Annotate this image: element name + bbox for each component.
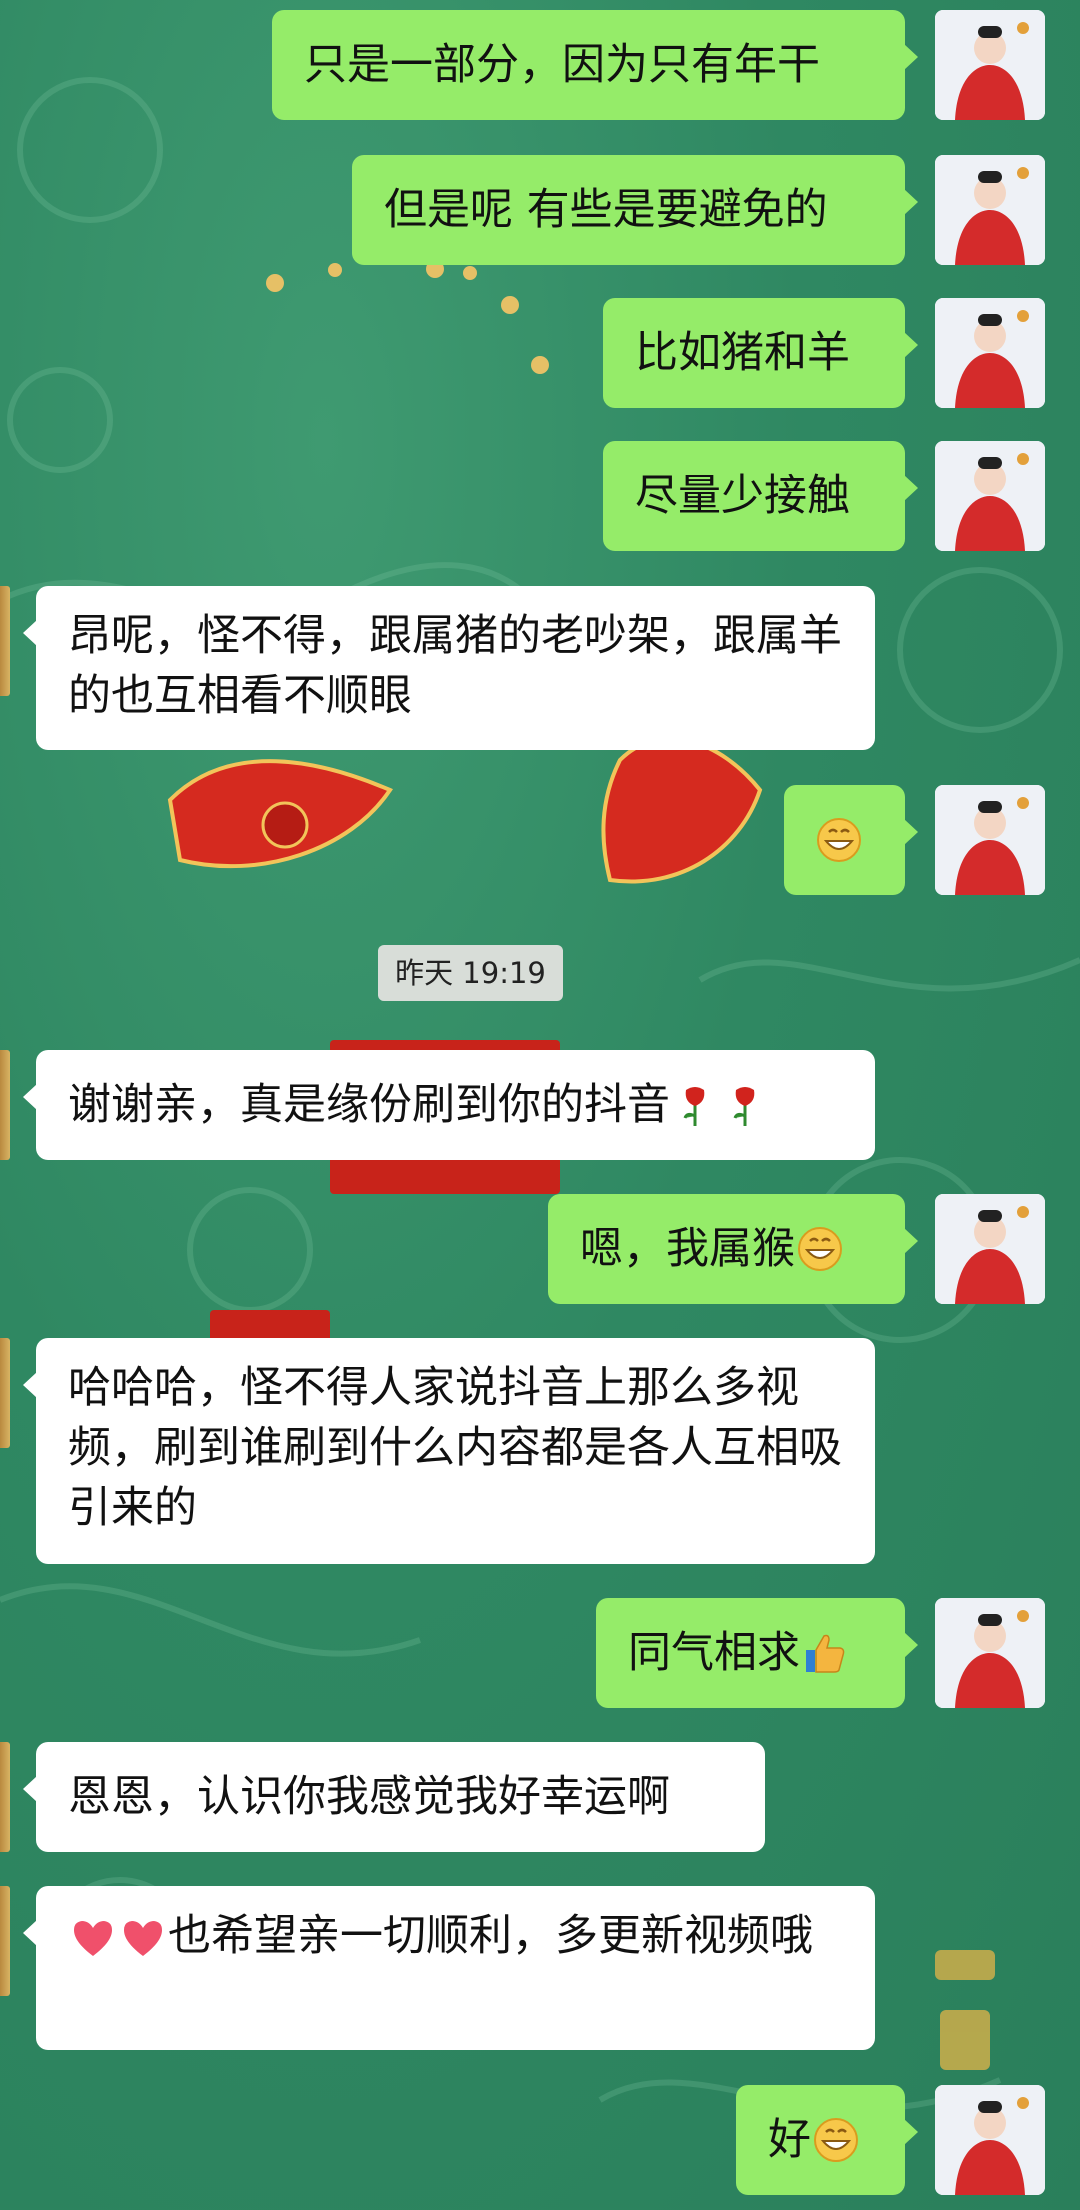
- avatar-self[interactable]: [935, 1598, 1045, 1708]
- message-text: 也希望亲一切顺利，多更新视频哦: [168, 1911, 813, 1961]
- grin-emoji-icon: [814, 2118, 858, 2162]
- message-timestamp: 昨天 19:19: [378, 945, 563, 1001]
- message-text: 谢谢亲，真是缘份刷到你的抖音: [68, 1080, 670, 1130]
- message-bubble-incoming[interactable]: 谢谢亲，真是缘份刷到你的抖音: [23, 1050, 875, 1160]
- heart-emoji-icon: [74, 1920, 112, 1956]
- rose-emoji-icon: [683, 1087, 705, 1126]
- avatar-contact[interactable]: [0, 1742, 10, 1852]
- calligraphy-decoration: [935, 1950, 995, 2070]
- thumbs-up-emoji-icon: [806, 1634, 845, 1673]
- message-text: 恩恩，认识你我感觉我好幸运啊: [68, 1772, 670, 1822]
- message-bubble-incoming[interactable]: 昂呢，怪不得，跟属猪的老吵架，跟属羊的也互相看不顺眼: [23, 586, 875, 750]
- avatar-self[interactable]: [935, 298, 1045, 408]
- message-bubble-incoming[interactable]: 恩恩，认识你我感觉我好幸运啊: [23, 1742, 765, 1852]
- message-text: 只是一部分，因为只有年干: [304, 40, 820, 90]
- message-bubble-incoming[interactable]: 哈哈哈，怪不得人家说抖音上那么多视频，刷到谁刷到什么内容都是各人互相吸引来的: [23, 1338, 875, 1564]
- message-bubble-outgoing[interactable]: 比如猪和羊: [603, 298, 918, 408]
- avatar-self[interactable]: [935, 1194, 1045, 1304]
- rose-emoji-icon: [733, 1087, 755, 1126]
- message-bubble-outgoing[interactable]: [784, 785, 918, 895]
- message-text: 好: [768, 2115, 811, 2165]
- avatar-contact[interactable]: [0, 1338, 10, 1448]
- message-text: 嗯，我属猴: [580, 1224, 795, 1274]
- message-text: 哈哈哈，怪不得人家说抖音上那么多视频，刷到谁刷到什么内容都是各人互相吸引来的: [68, 1363, 842, 1533]
- avatar-self[interactable]: [935, 441, 1045, 551]
- heart-emoji-icon: [124, 1920, 162, 1956]
- message-bubble-outgoing[interactable]: 嗯，我属猴: [548, 1194, 918, 1304]
- avatar-contact[interactable]: [0, 1886, 10, 1996]
- avatar-contact[interactable]: [0, 586, 10, 696]
- message-text: 比如猪和羊: [635, 328, 850, 378]
- message-text: 昂呢，怪不得，跟属猪的老吵架，跟属羊的也互相看不顺眼: [68, 611, 842, 721]
- message-text: 尽量少接触: [635, 471, 850, 521]
- message-bubble-outgoing[interactable]: 但是呢 有些是要避免的: [352, 155, 918, 265]
- avatar-self[interactable]: [935, 2085, 1045, 2195]
- constellation-decoration: [266, 260, 549, 374]
- grin-emoji-icon: [798, 1227, 842, 1271]
- red-bird-decoration: [167, 736, 763, 884]
- message-bubble-outgoing[interactable]: 只是一部分，因为只有年干: [272, 10, 918, 120]
- avatar-contact[interactable]: [0, 1050, 10, 1160]
- message-text: 但是呢 有些是要避免的: [384, 185, 828, 235]
- grin-emoji-icon: [817, 818, 861, 862]
- avatar-self[interactable]: [935, 155, 1045, 265]
- message-text: 同气相求: [628, 1628, 800, 1678]
- message-bubble-outgoing[interactable]: 同气相求: [596, 1598, 918, 1708]
- message-bubble-outgoing[interactable]: 尽量少接触: [603, 441, 918, 551]
- avatar-self[interactable]: [935, 785, 1045, 895]
- avatar-self[interactable]: [935, 10, 1045, 120]
- message-bubble-outgoing[interactable]: 好: [736, 2085, 918, 2195]
- message-bubble-incoming[interactable]: 也希望亲一切顺利，多更新视频哦: [23, 1886, 875, 2050]
